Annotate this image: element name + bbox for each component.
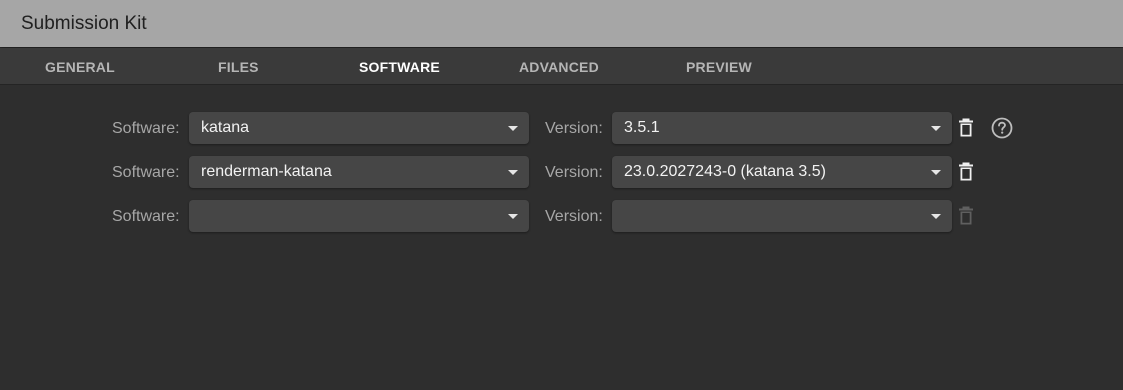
version-select-value: 3.5.1	[624, 119, 660, 136]
chevron-down-icon	[931, 214, 941, 219]
tab-files[interactable]: FILES	[218, 59, 259, 75]
chevron-down-icon	[508, 170, 518, 175]
software-label: Software:	[112, 208, 180, 225]
trash-icon[interactable]	[959, 118, 973, 142]
software-row: Software: Version:	[0, 200, 1123, 233]
chevron-down-icon	[508, 214, 518, 219]
version-select-value: 23.0.2027243-0 (katana 3.5)	[624, 163, 826, 180]
help-circle-icon[interactable]	[991, 117, 1013, 144]
software-select[interactable]: renderman-katana	[189, 156, 529, 188]
trash-icon	[959, 206, 973, 230]
chevron-down-icon	[931, 126, 941, 131]
title-bar: Submission Kit	[0, 0, 1123, 47]
trash-icon[interactable]	[959, 162, 973, 186]
chevron-down-icon	[931, 170, 941, 175]
version-select[interactable]: 23.0.2027243-0 (katana 3.5)	[612, 156, 952, 188]
software-label: Software:	[112, 164, 180, 181]
software-select-value: katana	[201, 119, 250, 136]
software-row: Software: renderman-katana Version: 23.0…	[0, 156, 1123, 189]
version-label: Version:	[545, 120, 603, 137]
version-label: Version:	[545, 208, 603, 225]
tab-preview[interactable]: PREVIEW	[686, 59, 752, 75]
version-select[interactable]	[612, 200, 952, 232]
version-select[interactable]: 3.5.1	[612, 112, 952, 144]
tab-software[interactable]: SOFTWARE	[359, 59, 440, 75]
chevron-down-icon	[508, 126, 518, 131]
software-select[interactable]: katana	[189, 112, 529, 144]
software-label: Software:	[112, 120, 180, 137]
app-title: Submission Kit	[21, 13, 147, 34]
software-select[interactable]	[189, 200, 529, 232]
software-select-value: renderman-katana	[201, 163, 332, 180]
version-label: Version:	[545, 164, 603, 181]
tab-general[interactable]: GENERAL	[45, 59, 115, 75]
tab-bar: GENERAL FILES SOFTWARE ADVANCED PREVIEW	[0, 48, 1123, 85]
tab-advanced[interactable]: ADVANCED	[519, 59, 599, 75]
software-row: Software: katana Version: 3.5.1	[0, 112, 1123, 145]
